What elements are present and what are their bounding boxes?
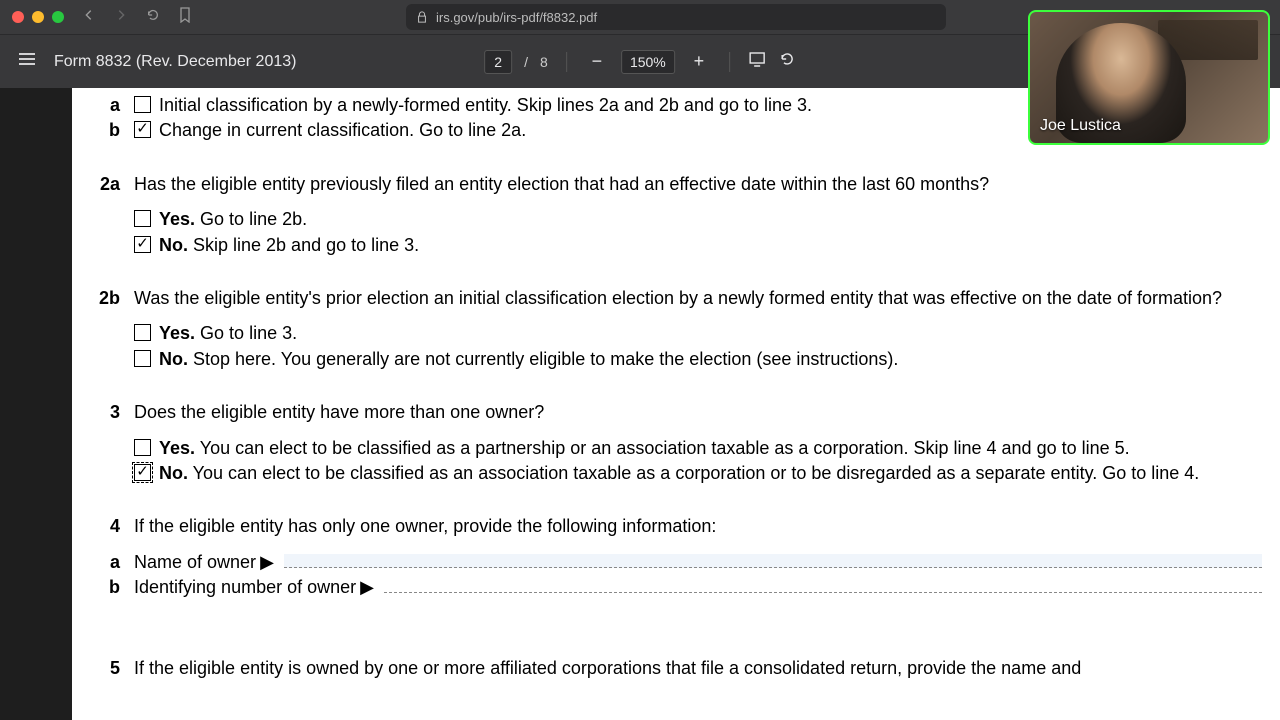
checkbox-2b-no[interactable]	[134, 350, 151, 367]
pdf-page[interactable]: a Initial classification by a newly-form…	[72, 88, 1280, 720]
address-bar-container: irs.gov/pub/irs-pdf/f8832.pdf	[208, 4, 1144, 30]
line-2a-yes-text: Yes. Go to line 2b.	[159, 208, 1262, 231]
line-2b-question: Was the eligible entity's prior election…	[134, 287, 1262, 310]
sidebar-toggle-button[interactable]	[18, 52, 36, 71]
window-minimize-button[interactable]	[32, 11, 44, 23]
checkbox-2b-yes[interactable]	[134, 324, 151, 341]
window-traffic-lights	[12, 11, 64, 23]
line-3-yes-text: Yes. You can elect to be classified as a…	[159, 437, 1262, 460]
line-2b-number: 2b	[94, 287, 134, 310]
webcam-overlay: Joe Lustica	[1028, 10, 1270, 145]
checkbox-1a[interactable]	[134, 96, 151, 113]
line-2b-yes-text: Yes. Go to line 3.	[159, 322, 1262, 345]
line-4b-text: Identifying number of owner	[134, 576, 356, 599]
page-separator: /	[524, 54, 528, 70]
arrow-icon: ▶	[360, 576, 374, 599]
page-zoom-controls: / 8 − 150% +	[484, 50, 796, 74]
forward-button[interactable]	[114, 8, 128, 27]
line-3-question: Does the eligible entity have more than …	[134, 401, 1262, 424]
line-4-question: If the eligible entity has only one owne…	[134, 515, 1262, 538]
checkbox-2a-no[interactable]	[134, 236, 151, 253]
reload-button[interactable]	[146, 8, 160, 27]
divider	[729, 52, 730, 72]
zoom-level-input[interactable]: 150%	[621, 50, 675, 74]
nav-controls	[82, 8, 160, 27]
line-5-number: 5	[94, 657, 134, 680]
back-button[interactable]	[82, 8, 96, 27]
lock-icon	[416, 11, 428, 23]
owner-id-field[interactable]	[384, 579, 1262, 593]
webcam-name-label: Joe Lustica	[1040, 117, 1121, 135]
checkbox-2a-yes[interactable]	[134, 210, 151, 227]
line-3-no-text: No. You can elect to be classified as an…	[159, 462, 1262, 485]
window-maximize-button[interactable]	[52, 11, 64, 23]
line-2a-no-text: No. Skip line 2b and go to line 3.	[159, 234, 1262, 257]
bookmark-button[interactable]	[178, 7, 192, 28]
owner-name-field[interactable]	[284, 554, 1262, 568]
line-4a-label: a	[94, 551, 134, 574]
line-2a-number: 2a	[94, 173, 134, 196]
line-3-number: 3	[94, 401, 134, 424]
line-5-question: If the eligible entity is owned by one o…	[134, 657, 1262, 680]
page-total: 8	[540, 54, 548, 70]
window-close-button[interactable]	[12, 11, 24, 23]
zoom-in-button[interactable]: +	[687, 50, 711, 74]
zoom-out-button[interactable]: −	[585, 50, 609, 74]
rotate-button[interactable]	[778, 50, 796, 73]
line-2b-no-text: No. Stop here. You generally are not cur…	[159, 348, 1262, 371]
line-1a-label: a	[94, 94, 134, 117]
presentation-mode-button[interactable]	[748, 50, 766, 73]
checkbox-3-yes[interactable]	[134, 439, 151, 456]
url-text: irs.gov/pub/irs-pdf/f8832.pdf	[436, 10, 597, 25]
line-4-number: 4	[94, 515, 134, 538]
checkbox-1b[interactable]	[134, 121, 151, 138]
arrow-icon: ▶	[260, 551, 274, 574]
divider	[566, 52, 567, 72]
page-number-input[interactable]	[484, 50, 512, 74]
line-4b-label: b	[94, 576, 134, 599]
line-4a-text: Name of owner	[134, 551, 256, 574]
checkbox-3-no[interactable]	[134, 464, 151, 481]
line-2a-question: Has the eligible entity previously filed…	[134, 173, 1262, 196]
address-bar[interactable]: irs.gov/pub/irs-pdf/f8832.pdf	[406, 4, 946, 30]
line-1b-label: b	[94, 119, 134, 142]
